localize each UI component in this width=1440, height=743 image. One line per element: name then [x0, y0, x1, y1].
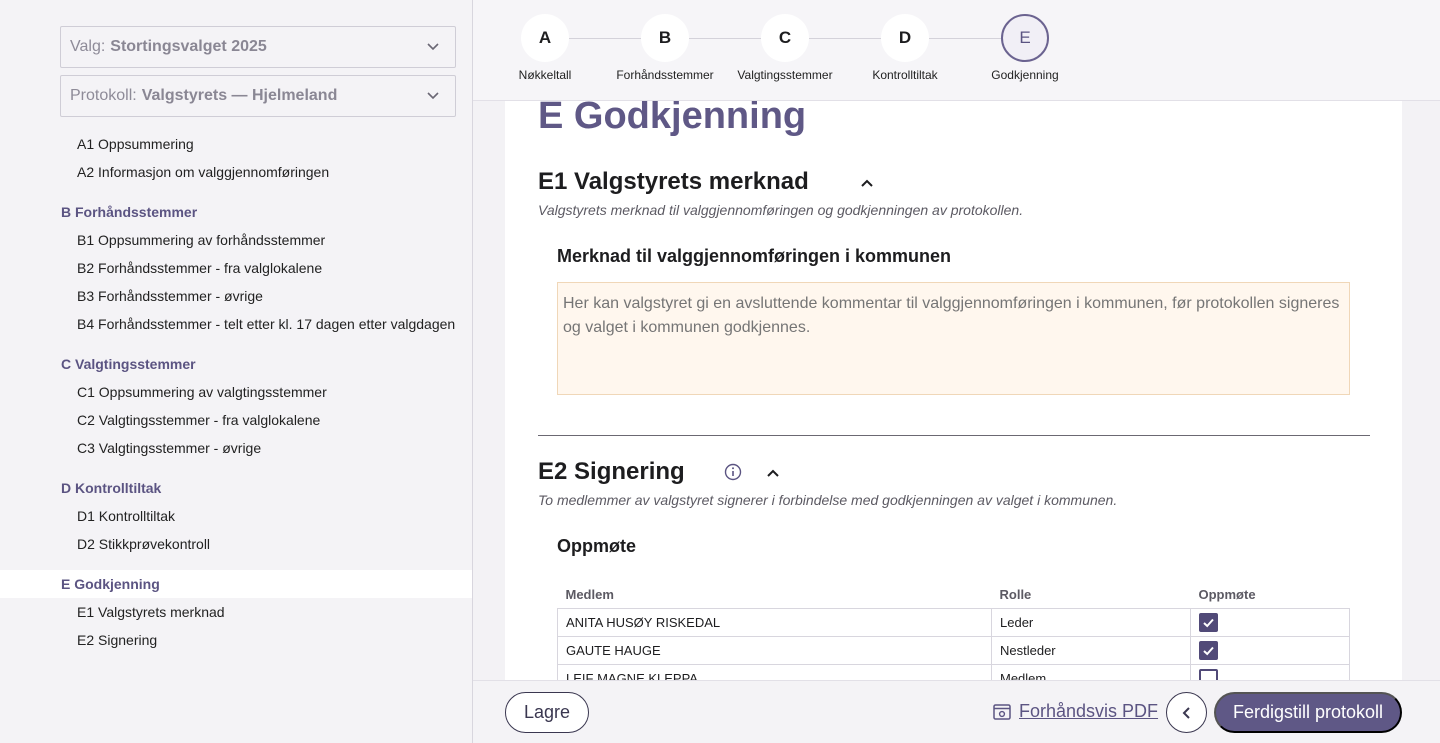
chevron-up-icon[interactable]: [860, 178, 874, 188]
main-panel: A Nøkkeltall B Forhåndsstemmer C Valgtingsste…: [473, 0, 1440, 743]
column-header-member: Medlem: [565, 587, 614, 603]
chevron-up-icon[interactable]: [766, 468, 780, 478]
section-desc-e2: To medlemmer av valgstyret signerer i fo…: [538, 492, 1118, 508]
step-circle: E: [1001, 14, 1049, 62]
attendance-cell: [1190, 607, 1350, 637]
election-select[interactable]: Valg: Stortingsvalget 2025: [60, 26, 456, 68]
preview-pdf-link[interactable]: Forhåndsvis PDF: [993, 701, 1158, 722]
table-row: ANITA HUSØY RISKEDAL Leder: [557, 607, 1350, 637]
chevron-down-icon: [427, 92, 439, 100]
attendance-cell: [1190, 635, 1350, 665]
content-card: E Godkjenning E1 Valgstyrets merknad Val…: [505, 101, 1402, 680]
sidebar-item[interactable]: B3 Forhåndsstemmer - øvrige: [0, 282, 472, 310]
info-icon[interactable]: [724, 463, 742, 481]
progress-stepper: A Nøkkeltall B Forhåndsstemmer C Valgtingsste…: [473, 0, 1440, 101]
member-role: Leder: [991, 607, 1191, 637]
step-circle: B: [641, 14, 689, 62]
election-select-value: Stortingsvalget 2025: [110, 38, 267, 55]
sidebar-item[interactable]: A1 Oppsummering: [0, 130, 472, 158]
back-button[interactable]: [1166, 692, 1207, 733]
attendance-checkbox[interactable]: [1199, 668, 1218, 680]
sidebar-group[interactable]: D Kontrolltiltak: [0, 474, 472, 502]
step-circle: D: [881, 14, 929, 62]
sidebar: Valg: Stortingsvalget 2025 Protokoll: Va…: [0, 0, 473, 743]
protocol-select[interactable]: Protokoll: Valgstyrets — Hjelmeland: [60, 75, 456, 117]
column-header-role: Rolle: [999, 587, 1032, 603]
checkmark-icon: [1203, 646, 1214, 655]
member-role: Nestleder: [991, 635, 1191, 665]
remark-label: Merknad til valggjennomføringen i kommun…: [557, 246, 952, 266]
member-name: LEIF MAGNE KLEPPA: [557, 663, 992, 680]
election-select-label: Valg:: [70, 38, 106, 55]
member-role: Medlem: [991, 663, 1191, 680]
attendance-title: Oppmøte: [557, 536, 636, 556]
attendance-table-body: ANITA HUSØY RISKEDAL Leder GAUTE HAUGE Nest…: [557, 607, 1350, 680]
attendance-checkbox[interactable]: [1199, 612, 1218, 632]
sidebar-item[interactable]: B2 Forhåndsstemmer - fra valglokalene: [0, 254, 472, 282]
preview-icon: [993, 703, 1011, 720]
finish-protocol-button[interactable]: Ferdigstill protokoll: [1214, 692, 1402, 733]
chevron-left-icon: [1182, 706, 1190, 719]
sidebar-item[interactable]: C1 Oppsummering av valgtingsstemmer: [0, 378, 472, 406]
step-b[interactable]: B Forhåndsstemmer: [615, 14, 715, 82]
table-row: GAUTE HAUGE Nestleder: [557, 635, 1350, 665]
section-title-e1: E1 Valgstyrets merknad: [538, 168, 809, 195]
sidebar-item[interactable]: C3 Valgtingsstemmer - øvrige: [0, 434, 472, 462]
sidebar-item[interactable]: E2 Signering: [0, 626, 472, 654]
member-name: ANITA HUSØY RISKEDAL: [557, 607, 992, 637]
step-circle: A: [521, 14, 569, 62]
step-label: Valgtingsstemmer: [737, 68, 833, 82]
chevron-down-icon: [427, 43, 439, 51]
step-c[interactable]: C Valgtingsstemmer: [735, 14, 835, 82]
remark-textarea[interactable]: [557, 282, 1350, 395]
step-label: Kontrolltiltak: [872, 68, 938, 82]
member-name: GAUTE HAUGE: [557, 635, 992, 665]
sidebar-group[interactable]: E Godkjenning: [0, 570, 472, 598]
attendance-table: Medlem Rolle Oppmøte ANITA HUSØY RISKEDA…: [557, 582, 1350, 680]
sidebar-item[interactable]: A2 Informasjon om valggjennomføringen: [0, 158, 472, 186]
step-circle: C: [761, 14, 809, 62]
sidebar-item[interactable]: D2 Stikkprøvekontroll: [0, 530, 472, 558]
protocol-select-label: Protokoll:: [70, 87, 137, 104]
sidebar-item[interactable]: D1 Kontrolltiltak: [0, 502, 472, 530]
sidebar-item[interactable]: C2 Valgtingsstemmer - fra valglokalene: [0, 406, 472, 434]
sidebar-group[interactable]: C Valgtingsstemmer: [0, 350, 472, 378]
table-header-row: Medlem Rolle Oppmøte: [558, 582, 1350, 608]
sidebar-item[interactable]: B4 Forhåndsstemmer - telt etter kl. 17 d…: [0, 310, 472, 338]
page-title: E Godkjenning: [538, 101, 807, 137]
section-desc-e1: Valgstyrets merknad til valggjennomførin…: [538, 202, 1024, 218]
save-button[interactable]: Lagre: [505, 692, 589, 733]
checkmark-icon: [1203, 618, 1214, 627]
column-header-attendance: Oppmøte: [1198, 587, 1256, 603]
sidebar-group[interactable]: B Forhåndsstemmer: [0, 198, 472, 226]
attendance-cell: [1190, 663, 1350, 680]
step-label: Godkjenning: [991, 68, 1059, 82]
sidebar-item[interactable]: B1 Oppsummering av forhåndsstemmer: [0, 226, 472, 254]
attendance-checkbox[interactable]: [1199, 640, 1218, 660]
action-bar: Lagre Forhåndsvis PDF Ferdigstill protok…: [473, 680, 1440, 743]
step-a[interactable]: A Nøkkeltall: [495, 14, 595, 82]
protocol-select-value: Valgstyrets — Hjelmeland: [141, 87, 338, 104]
section-divider: [538, 435, 1370, 436]
section-title-e2: E2 Signering: [538, 458, 685, 485]
section-nav: A1 Oppsummering A2 Informasjon om valggje…: [0, 130, 472, 654]
table-row: LEIF MAGNE KLEPPA Medlem: [557, 663, 1350, 680]
step-d[interactable]: D Kontrolltiltak: [855, 14, 955, 82]
step-label: Forhåndsstemmer: [616, 68, 714, 82]
sidebar-item[interactable]: E1 Valgstyrets merknad: [0, 598, 472, 626]
step-label: Nøkkeltall: [518, 68, 572, 82]
preview-pdf-label: Forhåndsvis PDF: [1019, 701, 1159, 721]
step-e[interactable]: E Godkjenning: [975, 14, 1075, 82]
